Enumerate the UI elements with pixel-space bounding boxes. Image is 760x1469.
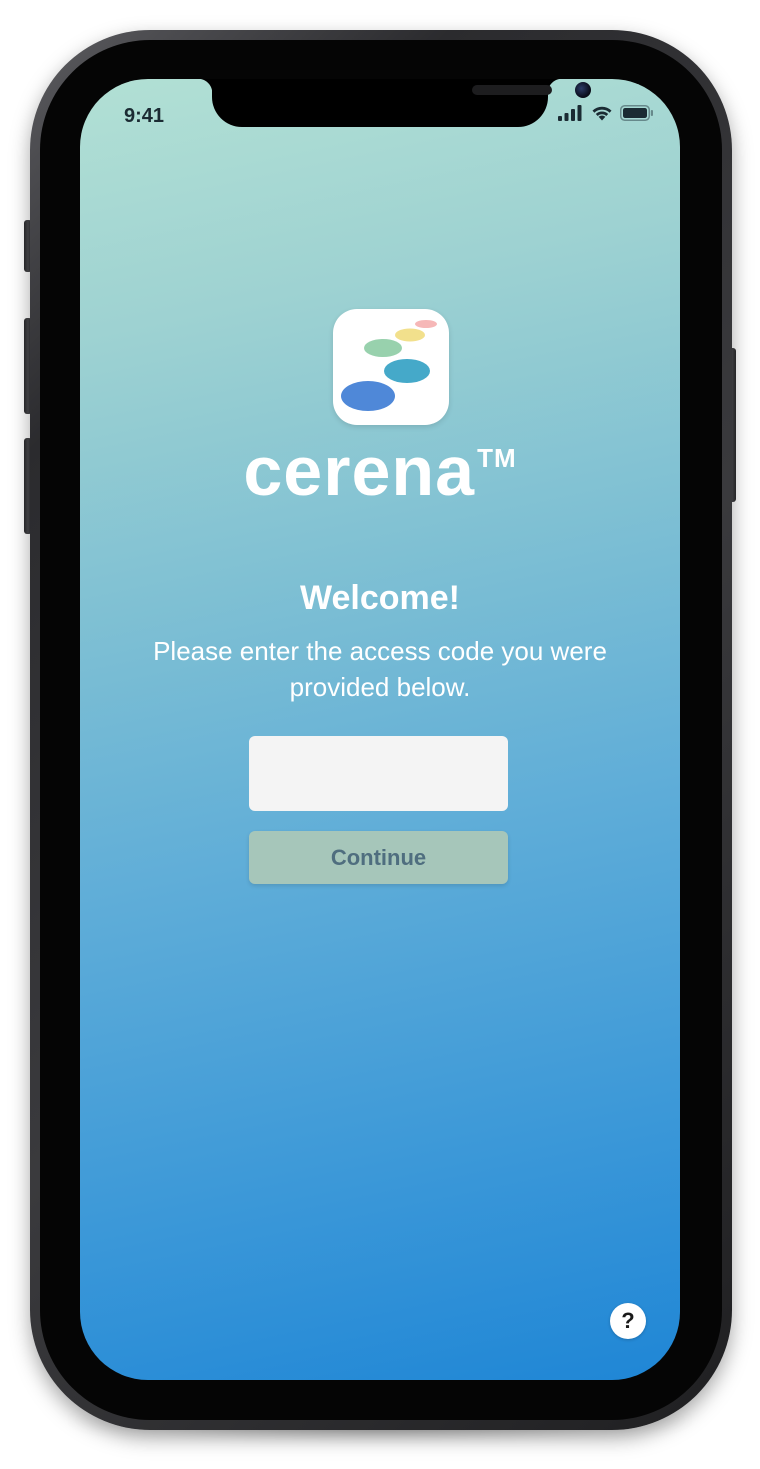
wordmark-text: cerena [243,432,476,510]
cerena-logo-mark [341,320,437,411]
wifi-icon [592,106,612,121]
cerena-wordmark: cerenaTM [80,431,680,511]
home-indicator [310,1363,450,1368]
continue-button[interactable]: Continue [249,831,508,884]
front-camera [575,82,591,98]
notch [198,79,591,127]
status-time: 9:41 [124,105,165,127]
cerena-app-icon [333,309,449,425]
welcome-title: Welcome! [300,579,460,617]
battery-icon [620,105,653,121]
cellular-signal-icon [558,105,582,121]
access-code-instructions: Please enter the access code you were pr… [153,636,607,702]
trademark-symbol: TM [477,443,517,473]
access-code-input[interactable] [249,736,508,811]
status-icons [558,105,654,121]
device-mockup: 9:41 cerenaTM Welcome! Please enter the … [0,0,760,1469]
phone-screen: 9:41 cerenaTM Welcome! Please enter the … [80,79,680,1380]
help-button[interactable]: ? [610,1303,646,1339]
earpiece-speaker [472,85,552,95]
